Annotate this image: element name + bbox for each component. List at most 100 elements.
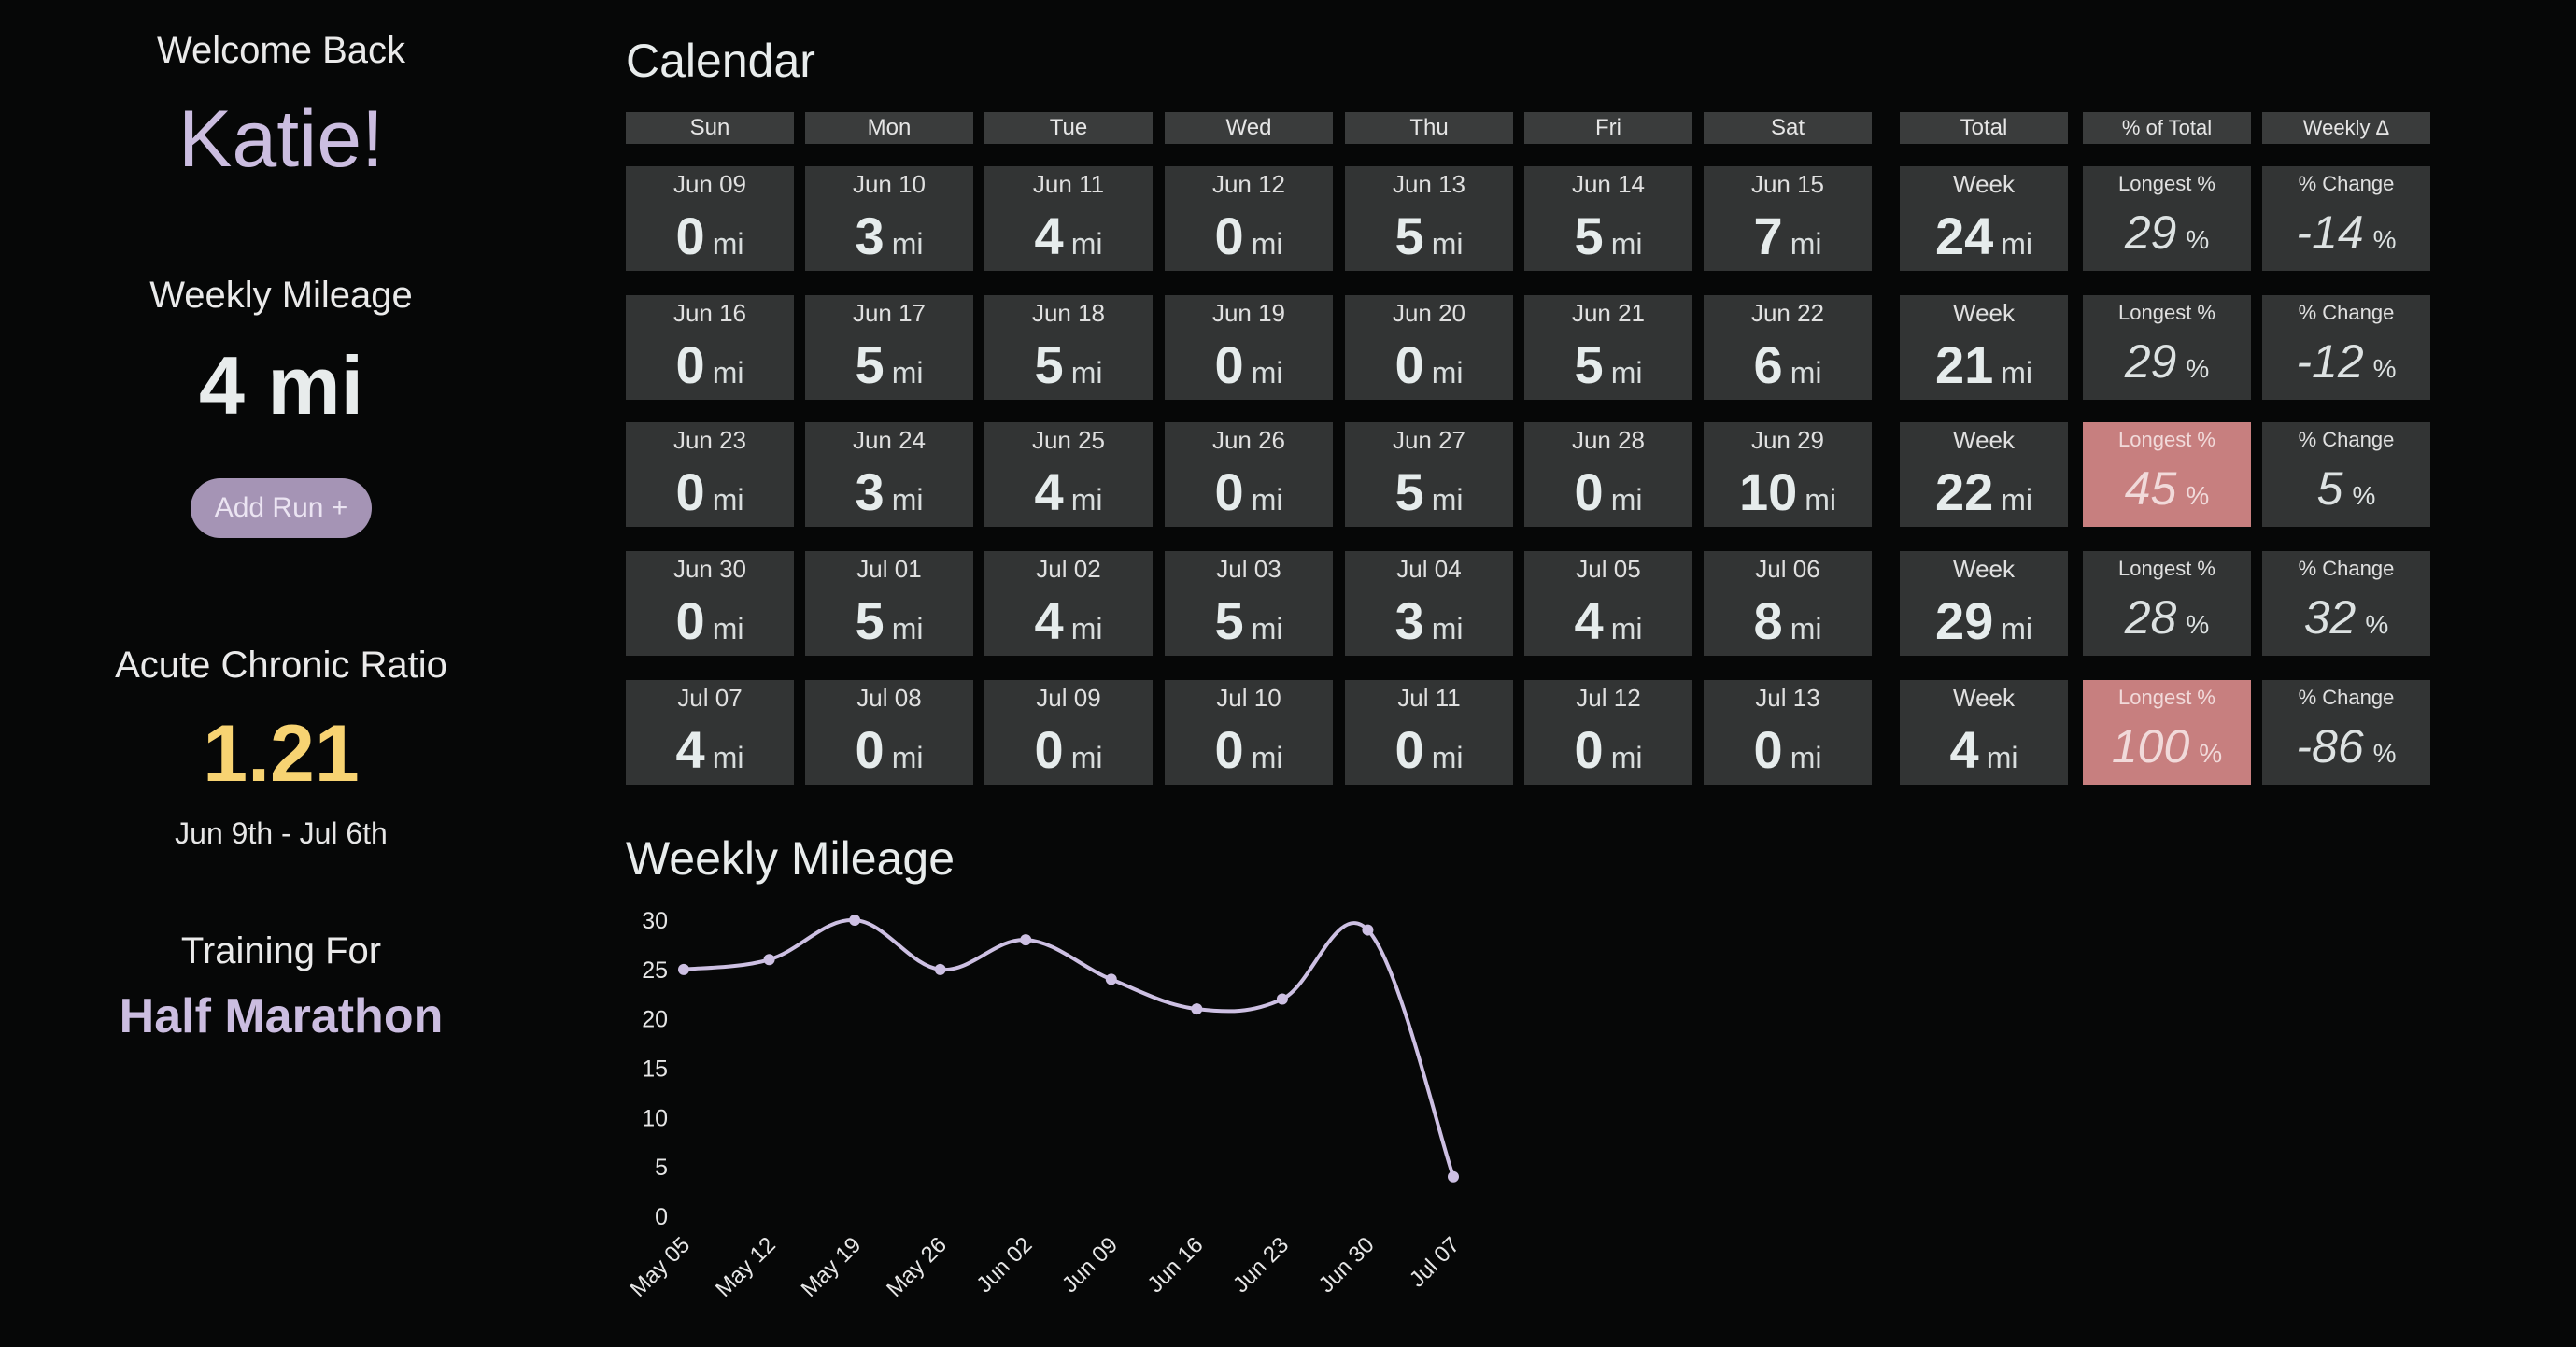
weekly-change-cell-value: -86% bbox=[2262, 719, 2430, 773]
day-cell[interactable]: Jun 21 5 mi bbox=[1524, 295, 1692, 400]
day-cell[interactable]: Jul 09 0 mi bbox=[984, 680, 1153, 785]
longest-pct-cell: Longest % 29% bbox=[2083, 166, 2251, 271]
day-cell[interactable]: Jul 07 4 mi bbox=[626, 680, 794, 785]
weekly-mileage-chart-title: Weekly Mileage bbox=[626, 832, 955, 885]
day-cell[interactable]: Jul 03 5 mi bbox=[1165, 551, 1333, 656]
day-cell[interactable]: Jun 16 0 mi bbox=[626, 295, 794, 400]
day-cell[interactable]: Jun 12 0 mi bbox=[1165, 166, 1333, 271]
week-total-cell-number: 4 bbox=[1949, 720, 1979, 779]
day-cell[interactable]: Jun 24 3 mi bbox=[805, 422, 973, 527]
day-cell-value: 5 mi bbox=[1524, 334, 1692, 395]
longest-pct-cell-number: 29 bbox=[2124, 206, 2177, 259]
data-point bbox=[678, 963, 689, 975]
y-tick-label: 30 bbox=[642, 908, 668, 934]
day-cell[interactable]: Jul 02 4 mi bbox=[984, 551, 1153, 656]
day-cell-number: 0 bbox=[1214, 335, 1244, 394]
day-cell-value: 0 mi bbox=[1165, 334, 1333, 395]
day-cell[interactable]: Jun 11 4 mi bbox=[984, 166, 1153, 271]
weekly-change-cell-number: 32 bbox=[2303, 591, 2357, 644]
day-cell[interactable]: Jun 30 0 mi bbox=[626, 551, 794, 656]
longest-pct-cell-number: 45 bbox=[2124, 462, 2177, 515]
day-cell-unit: mi bbox=[891, 612, 924, 645]
day-cell-number: 5 bbox=[1034, 335, 1064, 394]
day-cell[interactable]: Jun 15 7 mi bbox=[1704, 166, 1872, 271]
day-cell[interactable]: Jul 10 0 mi bbox=[1165, 680, 1333, 785]
day-cell[interactable]: Jul 08 0 mi bbox=[805, 680, 973, 785]
day-cell-value: 4 mi bbox=[984, 461, 1153, 522]
day-cell[interactable]: Jun 28 0 mi bbox=[1524, 422, 1692, 527]
day-cell-label: Jun 22 bbox=[1750, 299, 1825, 327]
weekly-change-cell-unit: % bbox=[2372, 354, 2397, 383]
longest-pct-cell-value: 29% bbox=[2083, 334, 2251, 389]
weekly-change-cell: % Change 32% bbox=[2262, 551, 2430, 656]
day-cell[interactable]: Jul 11 0 mi bbox=[1345, 680, 1513, 785]
day-cell[interactable]: Jun 13 5 mi bbox=[1345, 166, 1513, 271]
day-cell-unit: mi bbox=[1251, 483, 1283, 517]
longest-pct-cell-unit: % bbox=[2186, 610, 2210, 639]
x-tick-label: Jun 16 bbox=[1143, 1232, 1209, 1297]
day-cell[interactable]: Jun 22 6 mi bbox=[1704, 295, 1872, 400]
day-cell-unit: mi bbox=[712, 612, 744, 645]
day-cell-value: 5 mi bbox=[805, 334, 973, 395]
day-cell-number: 0 bbox=[1394, 335, 1424, 394]
day-cell-label: Jun 26 bbox=[1211, 426, 1286, 454]
day-cell[interactable]: Jun 25 4 mi bbox=[984, 422, 1153, 527]
y-tick-label: 15 bbox=[642, 1056, 668, 1083]
day-cell-unit: mi bbox=[712, 483, 744, 517]
day-cell-number: 3 bbox=[1394, 591, 1424, 650]
day-cell[interactable]: Jun 18 5 mi bbox=[984, 295, 1153, 400]
day-cell[interactable]: Jul 04 3 mi bbox=[1345, 551, 1513, 656]
day-cell-unit: mi bbox=[1431, 483, 1464, 517]
day-cell[interactable]: Jun 26 0 mi bbox=[1165, 422, 1333, 527]
day-cell-label: Jun 21 bbox=[1571, 299, 1646, 327]
y-tick-label: 10 bbox=[642, 1105, 668, 1131]
longest-pct-cell: Longest % 100% bbox=[2083, 680, 2251, 785]
day-cell[interactable]: Jul 12 0 mi bbox=[1524, 680, 1692, 785]
day-cell-unit: mi bbox=[1251, 612, 1283, 645]
week-total-cell-label: Week bbox=[1953, 426, 2015, 454]
day-cell[interactable]: Jul 01 5 mi bbox=[805, 551, 973, 656]
day-cell[interactable]: Jun 29 10 mi bbox=[1704, 422, 1872, 527]
day-cell-number: 0 bbox=[1574, 462, 1604, 521]
day-cell-number: 0 bbox=[1214, 462, 1244, 521]
day-cell-unit: mi bbox=[1790, 227, 1822, 261]
day-cell[interactable]: Jun 23 0 mi bbox=[626, 422, 794, 527]
day-cell-number: 0 bbox=[1574, 720, 1604, 779]
day-cell-value: 8 mi bbox=[1704, 590, 1872, 651]
day-cell[interactable]: Jun 19 0 mi bbox=[1165, 295, 1333, 400]
day-cell-unit: mi bbox=[1431, 612, 1464, 645]
day-cell-unit: mi bbox=[891, 227, 924, 261]
day-cell-label: Jun 28 bbox=[1571, 426, 1646, 454]
day-cell-value: 5 mi bbox=[805, 590, 973, 651]
day-cell[interactable]: Jul 05 4 mi bbox=[1524, 551, 1692, 656]
week-total-cell-number: 22 bbox=[1934, 462, 1994, 521]
day-cell-unit: mi bbox=[1610, 612, 1643, 645]
day-cell-value: 3 mi bbox=[1345, 590, 1513, 651]
day-cell[interactable]: Jun 09 0 mi bbox=[626, 166, 794, 271]
day-cell-unit: mi bbox=[1790, 741, 1822, 774]
longest-pct-cell-unit: % bbox=[2186, 354, 2210, 383]
day-cell-label: Jun 20 bbox=[1392, 299, 1466, 327]
day-cell-number: 5 bbox=[1574, 206, 1604, 265]
longest-pct-cell-value: 28% bbox=[2083, 590, 2251, 645]
day-cell[interactable]: Jun 27 5 mi bbox=[1345, 422, 1513, 527]
day-cell-number: 0 bbox=[1034, 720, 1064, 779]
day-cell[interactable]: Jun 20 0 mi bbox=[1345, 295, 1513, 400]
longest-pct-cell-label: Longest % bbox=[2118, 301, 2215, 324]
acute-chronic-ratio-label: Acute Chronic Ratio bbox=[115, 645, 447, 686]
day-cell-number: 5 bbox=[855, 591, 885, 650]
add-run-button[interactable]: Add Run + bbox=[191, 478, 372, 538]
longest-pct-cell: Longest % 45% bbox=[2083, 422, 2251, 527]
day-cell[interactable]: Jun 10 3 mi bbox=[805, 166, 973, 271]
day-cell[interactable]: Jun 14 5 mi bbox=[1524, 166, 1692, 271]
data-point bbox=[849, 915, 861, 926]
day-cell[interactable]: Jul 13 0 mi bbox=[1704, 680, 1872, 785]
acute-chronic-ratio-range: Jun 9th - Jul 6th bbox=[175, 816, 388, 850]
day-cell-unit: mi bbox=[1251, 356, 1283, 390]
day-cell[interactable]: Jul 06 8 mi bbox=[1704, 551, 1872, 656]
day-cell-unit: mi bbox=[1805, 483, 1837, 517]
day-cell-value: 0 mi bbox=[984, 719, 1153, 780]
day-cell-label: Jun 13 bbox=[1392, 170, 1466, 198]
day-cell[interactable]: Jun 17 5 mi bbox=[805, 295, 973, 400]
week-total-cell-label: Week bbox=[1953, 299, 2015, 327]
